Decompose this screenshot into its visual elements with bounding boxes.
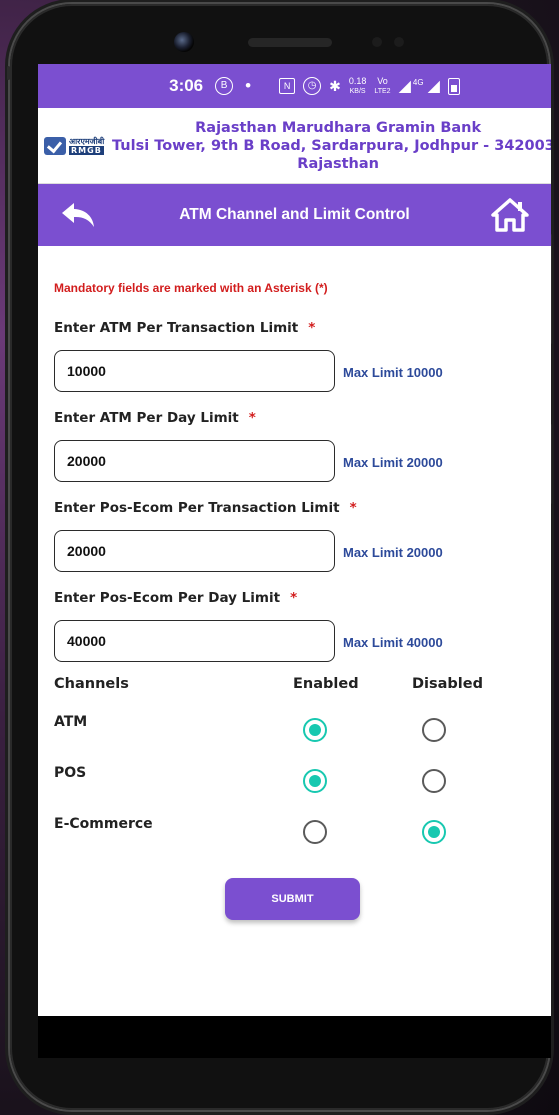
submit-button[interactable]: SUBMIT bbox=[225, 878, 360, 920]
mandatory-note: Mandatory fields are marked with an Aste… bbox=[54, 281, 328, 295]
status-time: 3:06 bbox=[169, 76, 204, 95]
bank-name: Rajasthan Marudhara Gramin Bank bbox=[195, 119, 482, 136]
phone-frame: 3:06 B • N ◷ ✱ 0.18 KB/S Vo LTE2 ◢ 4G ◢ bbox=[7, 4, 552, 1110]
atm-per-transaction-label-text: Enter ATM Per Transaction Limit bbox=[54, 320, 299, 336]
status-b-icon: B bbox=[215, 77, 234, 95]
pos-ecom-per-day-max: Max Limit 40000 bbox=[343, 635, 443, 650]
logo-english: RMGB bbox=[69, 145, 105, 155]
required-asterisk: * bbox=[308, 320, 316, 336]
required-asterisk: * bbox=[349, 500, 357, 516]
ecommerce-disabled-radio[interactable] bbox=[422, 820, 446, 844]
ecommerce-enabled-radio[interactable] bbox=[303, 820, 327, 844]
logo-hindi: आरएमजीबी bbox=[69, 136, 105, 146]
atm-disabled-radio[interactable] bbox=[422, 718, 446, 742]
atm-per-day-input[interactable] bbox=[54, 440, 335, 482]
bluetooth-icon: ✱ bbox=[329, 77, 341, 94]
atm-per-transaction-max: Max Limit 10000 bbox=[343, 365, 443, 380]
pos-ecom-per-day-label-text: Enter Pos-Ecom Per Day Limit bbox=[54, 590, 281, 606]
atm-enabled-radio[interactable] bbox=[303, 718, 327, 742]
signal-icon: ◢ bbox=[398, 78, 411, 95]
page-title: ATM Channel and Limit Control bbox=[179, 206, 410, 223]
status-icons: N ◷ ✱ 0.18 KB/S Vo LTE2 ◢ 4G ◢ bbox=[279, 76, 460, 96]
pos-enabled-radio[interactable] bbox=[303, 769, 327, 793]
logo-check-icon bbox=[44, 136, 66, 155]
required-asterisk: * bbox=[290, 590, 298, 606]
pos-ecom-per-transaction-input[interactable] bbox=[54, 530, 335, 572]
volte-bottom: LTE2 bbox=[374, 87, 391, 95]
logo-text: आरएमजीबी RMGB bbox=[69, 136, 105, 155]
volume-up-button bbox=[7, 66, 10, 80]
network-type: 4G bbox=[412, 77, 424, 87]
signal-icon-2: ◢ bbox=[427, 78, 440, 95]
pos-disabled-radio[interactable] bbox=[422, 769, 446, 793]
data-speed-unit: KB/S bbox=[349, 87, 366, 95]
pos-ecom-per-day-input[interactable] bbox=[54, 620, 335, 662]
enabled-header: Enabled bbox=[293, 676, 359, 692]
top-app-bar: ATM Channel and Limit Control bbox=[38, 184, 551, 246]
atm-per-day-max: Max Limit 20000 bbox=[343, 455, 443, 470]
front-camera bbox=[174, 32, 194, 52]
proximity-sensor bbox=[372, 37, 382, 47]
volte-icon: Vo LTE2 bbox=[374, 75, 391, 96]
app-screen: 3:06 B • N ◷ ✱ 0.18 KB/S Vo LTE2 ◢ 4G ◢ bbox=[38, 64, 551, 1058]
volte-top: Vo bbox=[377, 75, 388, 86]
nfc-icon: N bbox=[279, 78, 296, 94]
atm-per-day-label-text: Enter ATM Per Day Limit bbox=[54, 410, 239, 426]
pos-ecom-per-transaction-label: Enter Pos-Ecom Per Transaction Limit * bbox=[54, 500, 357, 516]
status-bar: 3:06 B • N ◷ ✱ 0.18 KB/S Vo LTE2 ◢ 4G ◢ bbox=[38, 64, 551, 108]
status-dot: • bbox=[245, 76, 252, 95]
bank-info: Rajasthan Marudhara Gramin Bank Tulsi To… bbox=[112, 119, 551, 173]
channel-atm-label: ATM bbox=[54, 714, 88, 730]
atm-per-day-label: Enter ATM Per Day Limit * bbox=[54, 410, 256, 426]
alarm-icon: ◷ bbox=[303, 77, 322, 95]
light-sensor bbox=[394, 37, 404, 47]
pos-ecom-per-transaction-label-text: Enter Pos-Ecom Per Transaction Limit bbox=[54, 500, 340, 516]
bank-logo: आरएमजीबी RMGB bbox=[44, 134, 114, 158]
battery-icon bbox=[447, 77, 460, 95]
atm-per-transaction-input[interactable] bbox=[54, 350, 335, 392]
bank-address-line2: Rajasthan bbox=[297, 155, 379, 172]
channels-header: Channels bbox=[54, 676, 129, 692]
home-icon[interactable] bbox=[491, 198, 529, 232]
data-speed-indicator: 0.18 KB/S bbox=[348, 75, 367, 96]
channel-pos-label: POS bbox=[54, 765, 87, 781]
pos-ecom-per-day-label: Enter Pos-Ecom Per Day Limit * bbox=[54, 590, 297, 606]
bank-header: आरएमजीबी RMGB Rajasthan Marudhara Gramin… bbox=[38, 108, 551, 184]
system-nav-bar bbox=[38, 1016, 551, 1058]
disabled-header: Disabled bbox=[412, 676, 483, 692]
bank-address-line1: Tulsi Tower, 9th B Road, Sardarpura, Jod… bbox=[112, 137, 551, 154]
pos-ecom-per-transaction-max: Max Limit 20000 bbox=[343, 545, 443, 560]
atm-per-transaction-label: Enter ATM Per Transaction Limit * bbox=[54, 320, 315, 336]
earpiece-speaker bbox=[248, 38, 332, 47]
required-asterisk: * bbox=[248, 410, 256, 426]
channel-ecommerce-label: E-Commerce bbox=[54, 816, 153, 832]
data-speed-value: 0.18 bbox=[348, 75, 367, 86]
